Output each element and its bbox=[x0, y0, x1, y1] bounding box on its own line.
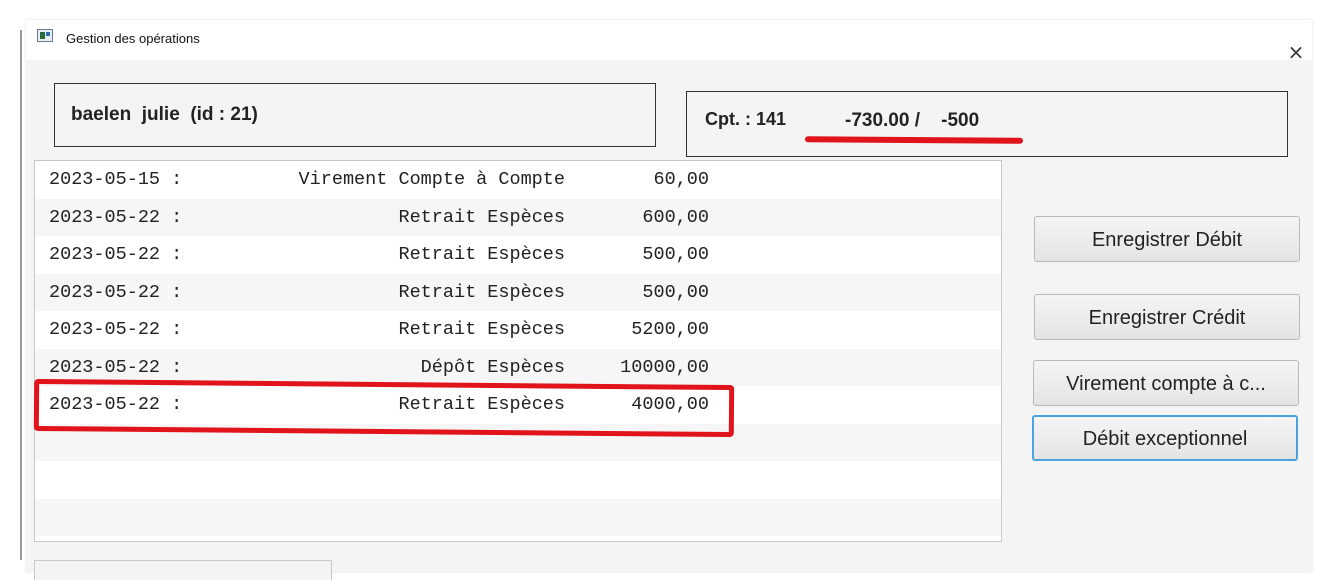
title-bar: Gestion des opérations bbox=[26, 20, 1312, 60]
operation-label: Dépôt Espèces bbox=[420, 356, 565, 378]
list-item[interactable]: 2023-05-22 : Retrait Espèces 600,00 bbox=[35, 198, 1001, 236]
operation-amount: 600,00 bbox=[642, 206, 709, 228]
window-title: Gestion des opérations bbox=[66, 31, 200, 46]
operation-date: 2023-05-22 : bbox=[49, 244, 183, 265]
operation-amount: 500,00 bbox=[642, 281, 709, 303]
client-info-panel: baelen julie (id : 21) bbox=[54, 83, 656, 147]
list-item[interactable]: 2023-05-22 : Retrait Espèces 5200,00 bbox=[35, 311, 1001, 349]
account-balance: -730.00 / -500 bbox=[845, 110, 980, 131]
account-number: Cpt. : 141 bbox=[705, 109, 787, 129]
operation-label: Retrait Espèces bbox=[398, 319, 565, 340]
record-credit-button[interactable]: Enregistrer Crédit bbox=[1034, 294, 1300, 340]
operation-label: Retrait Espèces bbox=[398, 281, 565, 303]
exceptional-debit-button[interactable]: Débit exceptionnel bbox=[1032, 415, 1298, 461]
background-window-edge bbox=[20, 30, 22, 560]
operations-window: Gestion des opérations × baelen julie (i… bbox=[26, 20, 1312, 580]
operation-label: Retrait Espèces bbox=[398, 244, 565, 265]
operation-amount: 5200,00 bbox=[631, 319, 709, 340]
operation-date: 2023-05-22 : bbox=[49, 281, 183, 303]
client-label: baelen julie (id : 21) bbox=[71, 104, 258, 125]
operation-date: 2023-05-22 : bbox=[49, 206, 183, 228]
record-debit-button[interactable]: Enregistrer Débit bbox=[1034, 216, 1300, 262]
operation-date: 2023-05-22 : bbox=[49, 319, 183, 340]
operation-label: Retrait Espèces bbox=[398, 206, 565, 228]
operations-list[interactable]: 2023-05-15 : Virement Compte à Compte 60,0… bbox=[34, 160, 1002, 542]
operation-amount: 500,00 bbox=[642, 244, 709, 265]
account-transfer-button[interactable]: Virement compte à c... bbox=[1033, 360, 1299, 406]
list-item[interactable]: 2023-05-22 : Retrait Espèces 500,00 bbox=[35, 273, 1001, 311]
operation-amount: 10000,00 bbox=[620, 356, 709, 378]
list-item[interactable]: 2023-05-15 : Virement Compte à Compte 60,0… bbox=[35, 161, 1001, 199]
operation-date: 2023-05-15 : bbox=[49, 169, 183, 190]
list-item[interactable]: 2023-05-22 : Retrait Espèces 500,00 bbox=[35, 236, 1001, 274]
operation-label: Virement Compte à Compte bbox=[298, 169, 565, 190]
app-window-icon bbox=[37, 29, 53, 42]
close-icon[interactable]: × bbox=[1284, 40, 1308, 64]
operation-amount: 60,00 bbox=[653, 169, 709, 190]
bottom-panel-edge bbox=[34, 560, 332, 580]
annotation-highlight-box bbox=[33, 378, 735, 438]
account-info-panel: Cpt. : 141 -730.00 / -500 bbox=[686, 91, 1288, 157]
list-item bbox=[35, 461, 1001, 499]
list-item bbox=[35, 498, 1001, 536]
